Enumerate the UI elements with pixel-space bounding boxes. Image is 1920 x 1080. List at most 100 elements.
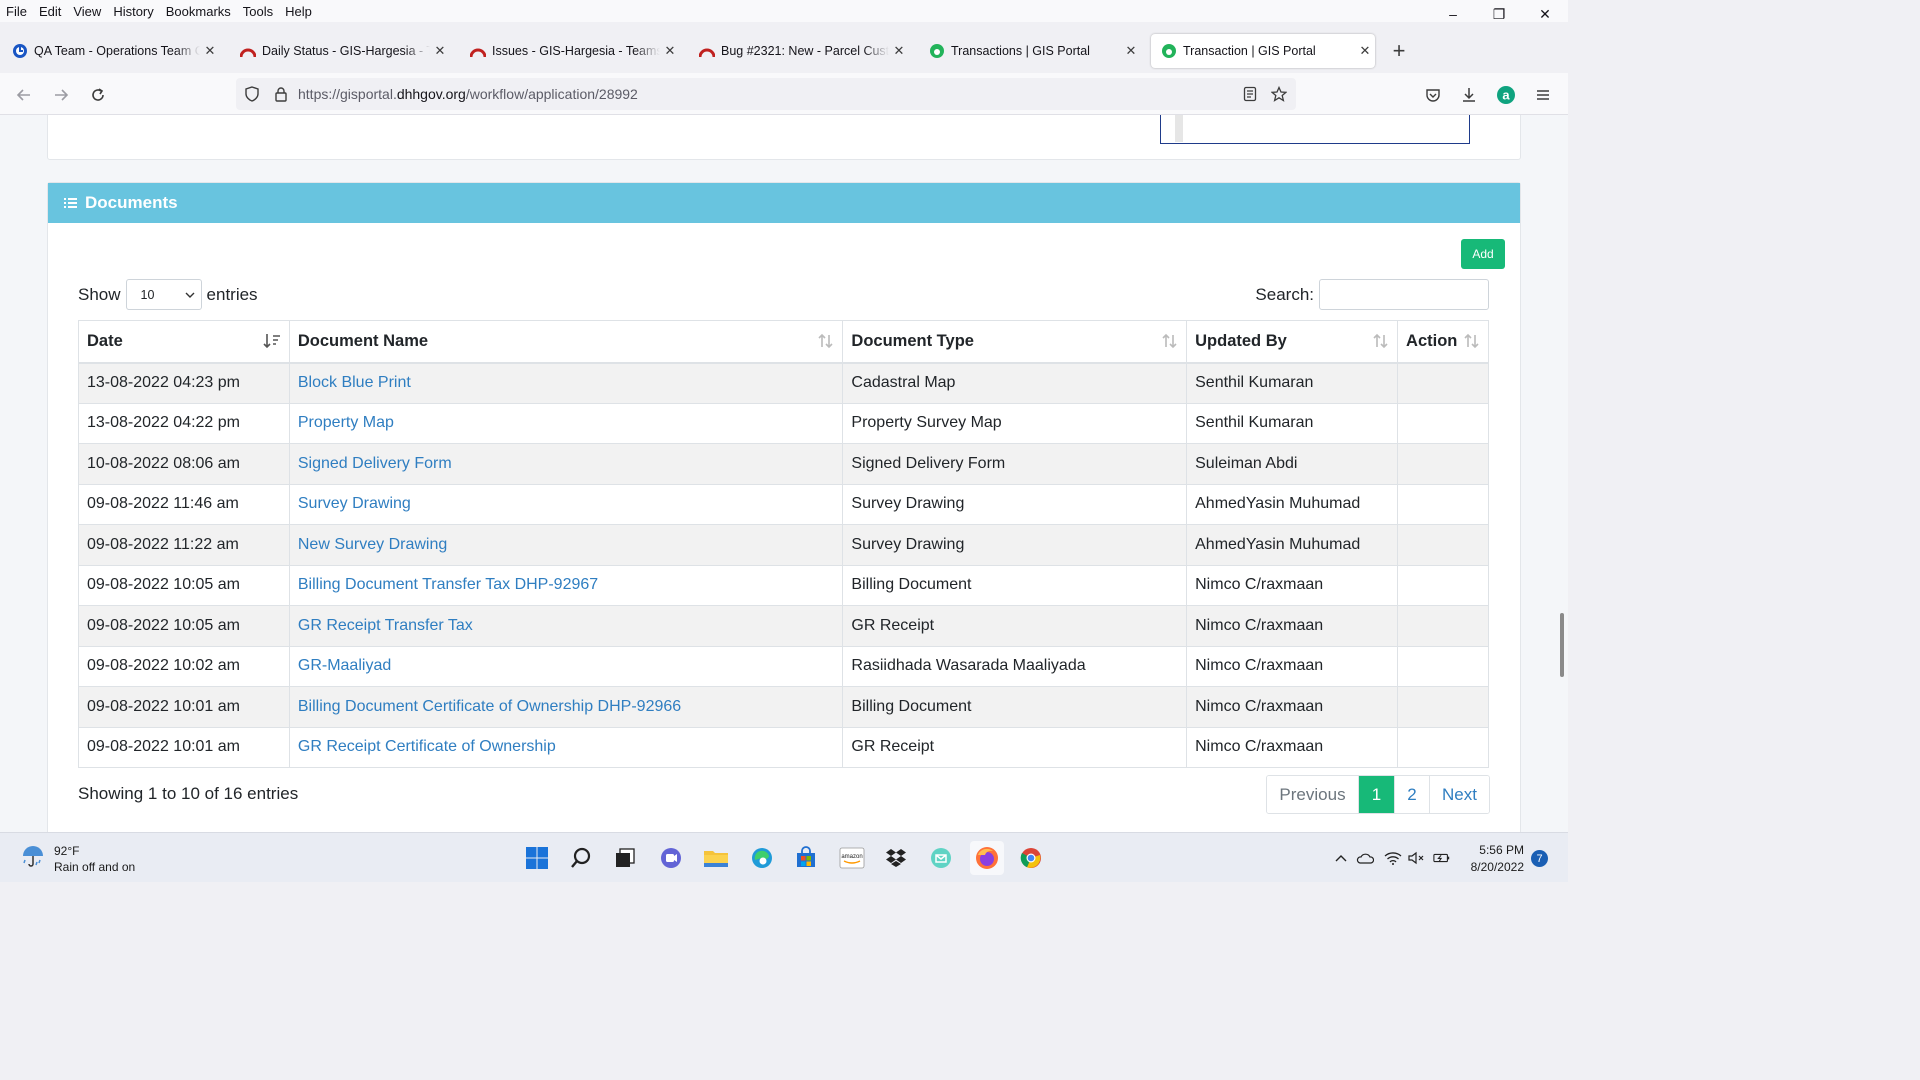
minimize-button[interactable]: – (1430, 0, 1476, 28)
menu-history[interactable]: History (107, 4, 159, 19)
menu-tools[interactable]: Tools (237, 4, 279, 19)
tab-close-icon[interactable]: ✕ (430, 43, 450, 59)
cell-document-name: Billing Document Certificate of Ownershi… (288, 686, 844, 728)
table-header-row: Date Document Name Document Type Updated… (78, 320, 1489, 364)
document-link[interactable]: Billing Document Transfer Tax DHP-92967 (298, 576, 598, 593)
document-link[interactable]: GR-Maaliyad (298, 657, 391, 674)
tab-qa-team[interactable]: QA Team - Operations Team Co ✕ (2, 34, 220, 68)
redmine-icon (470, 43, 486, 59)
firefox-icon[interactable] (970, 841, 1004, 875)
teams-chat-icon[interactable] (656, 843, 686, 873)
wifi-icon[interactable] (1384, 849, 1402, 867)
cell-document-name: GR-Maaliyad (288, 645, 844, 687)
cell-updated-by: Senthil Kumaran (1186, 362, 1399, 404)
shield-icon[interactable] (244, 86, 260, 102)
document-link[interactable]: New Survey Drawing (298, 536, 447, 553)
document-link[interactable]: Signed Delivery Form (298, 455, 452, 472)
column-header-updated-by[interactable]: Updated By (1186, 320, 1399, 364)
tab-close-icon[interactable]: ✕ (889, 43, 909, 59)
tab-issues[interactable]: Issues - GIS-Hargesia - Teams P ✕ (460, 34, 680, 68)
edge-browser-icon[interactable] (747, 843, 777, 873)
microsoft-store-icon[interactable] (791, 843, 821, 873)
search-icon[interactable] (566, 843, 596, 873)
url-bar[interactable]: https://gisportal.dhhgov.org/workflow/ap… (236, 78, 1296, 110)
cell-document-type: Survey Drawing (842, 524, 1188, 566)
pocket-icon[interactable] (1421, 83, 1445, 107)
cell-document-type: Rasiidhada Wasarada Maaliyada (842, 645, 1188, 687)
hamburger-menu-icon[interactable] (1531, 83, 1555, 107)
tab-transaction-active[interactable]: Transaction | GIS Portal ✕ (1151, 34, 1375, 68)
search-input[interactable] (1319, 279, 1489, 310)
cell-date: 09-08-2022 11:46 am (78, 483, 290, 525)
cell-date: 09-08-2022 10:05 am (78, 564, 290, 606)
page-size-select[interactable]: 10 (125, 279, 202, 310)
cell-updated-by: Nimco C/raxmaan (1186, 605, 1399, 647)
menu-bookmarks[interactable]: Bookmarks (160, 4, 237, 19)
chevron-up-icon[interactable] (1332, 849, 1350, 867)
table-row: 09-08-2022 11:22 am New Survey Drawing S… (78, 524, 1489, 566)
speaker-muted-icon[interactable] (1408, 849, 1426, 867)
column-header-action[interactable]: Action (1397, 320, 1489, 364)
dropbox-icon[interactable] (881, 843, 911, 873)
new-tab-plus-icon[interactable]: + (1386, 38, 1412, 64)
tab-close-icon[interactable]: ✕ (200, 43, 220, 59)
chrome-icon[interactable] (1016, 843, 1046, 873)
back-arrow-icon[interactable] (12, 83, 36, 107)
menu-view[interactable]: View (67, 4, 107, 19)
close-window-button[interactable]: ✕ (1522, 0, 1568, 28)
maximize-button[interactable]: ❐ (1476, 0, 1522, 28)
tab-bug-2321[interactable]: Bug #2321: New - Parcel Custon ✕ (689, 34, 909, 68)
entries-label: entries (206, 284, 258, 304)
page-2-button[interactable]: 2 (1394, 776, 1429, 813)
menu-file[interactable]: File (0, 4, 33, 19)
column-header-document-name[interactable]: Document Name (288, 320, 844, 364)
document-link[interactable]: GR Receipt Transfer Tax (298, 617, 473, 634)
tab-transactions[interactable]: Transactions | GIS Portal ✕ (919, 34, 1141, 68)
tab-close-icon[interactable]: ✕ (1121, 43, 1141, 59)
task-view-icon[interactable] (610, 843, 640, 873)
notification-badge[interactable]: 7 (1531, 850, 1548, 867)
show-entries: Show 10 entries (78, 279, 258, 310)
forward-arrow-icon[interactable] (49, 83, 73, 107)
taskbar: 92°F Rain off and on amazon 5:56 PM 8/20… (0, 832, 1568, 882)
previous-page-button[interactable]: Previous (1267, 776, 1358, 813)
bookmark-star-icon[interactable] (1270, 85, 1288, 102)
document-link[interactable]: Block Blue Print (298, 374, 411, 391)
amazon-icon[interactable]: amazon (837, 843, 867, 873)
weather-widget[interactable]: 92°F Rain off and on (20, 843, 135, 875)
weather-temp: 92°F (54, 844, 80, 858)
onedrive-cloud-icon[interactable] (1356, 849, 1374, 867)
cell-updated-by: Senthil Kumaran (1186, 402, 1399, 444)
chevron-down-icon (185, 288, 195, 302)
tab-close-icon[interactable]: ✕ (1355, 43, 1375, 59)
documents-header: Documents (48, 183, 1520, 223)
tab-close-icon[interactable]: ✕ (660, 43, 680, 59)
page-scrollbar[interactable] (1560, 613, 1564, 677)
document-link[interactable]: Billing Document Certificate of Ownershi… (298, 698, 681, 715)
document-link[interactable]: Survey Drawing (298, 495, 411, 512)
svg-text:amazon: amazon (841, 854, 862, 860)
cell-action (1397, 564, 1489, 606)
file-explorer-icon[interactable] (701, 843, 731, 873)
document-link[interactable]: Property Map (298, 414, 394, 431)
cell-action (1397, 686, 1489, 728)
reader-view-icon[interactable] (1242, 86, 1258, 102)
gis-portal-icon (1161, 43, 1177, 59)
tab-daily-status[interactable]: Daily Status - GIS-Hargesia - Te ✕ (230, 34, 450, 68)
document-link[interactable]: GR Receipt Certificate of Ownership (298, 738, 556, 755)
messenger-app-icon[interactable] (926, 843, 956, 873)
extension-icon[interactable]: a (1494, 83, 1518, 107)
windows-start-icon[interactable] (522, 843, 552, 873)
reload-icon[interactable] (86, 83, 110, 107)
menu-edit[interactable]: Edit (33, 4, 67, 19)
lock-icon[interactable] (273, 86, 289, 102)
column-header-document-type[interactable]: Document Type (842, 320, 1188, 364)
downloads-icon[interactable] (1457, 83, 1481, 107)
system-clock[interactable]: 5:56 PM 8/20/2022 (1466, 842, 1524, 876)
add-document-button[interactable]: Add (1461, 239, 1505, 269)
page-1-button[interactable]: 1 (1358, 776, 1394, 813)
next-page-button[interactable]: Next (1429, 776, 1489, 813)
column-header-date[interactable]: Date (78, 320, 290, 364)
menu-help[interactable]: Help (279, 4, 318, 19)
battery-charging-icon[interactable] (1433, 849, 1451, 867)
